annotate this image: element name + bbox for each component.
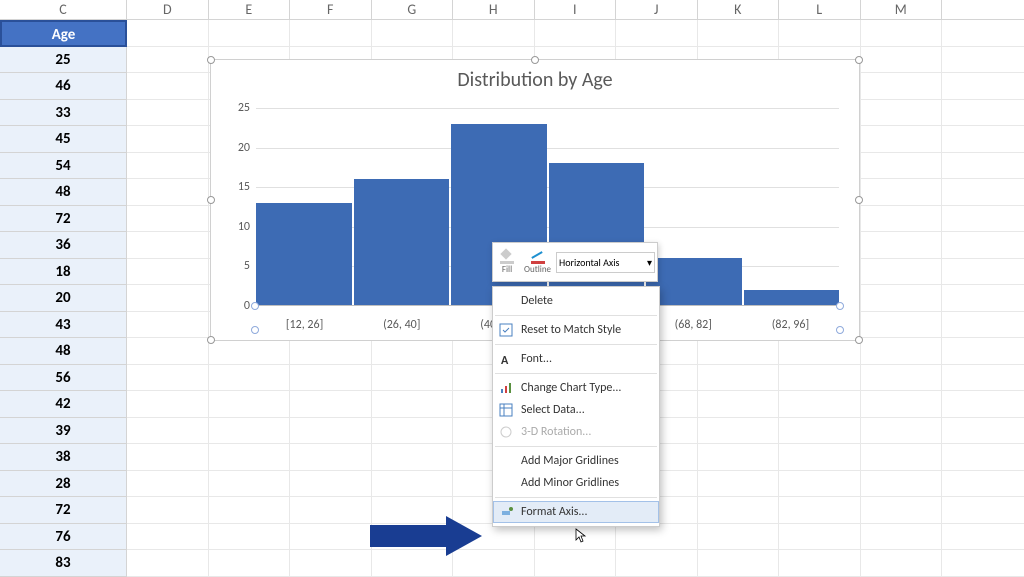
font-icon: A xyxy=(499,352,513,366)
resize-handle[interactable] xyxy=(207,336,215,344)
cell[interactable]: 76 xyxy=(0,524,127,551)
chart-bar[interactable] xyxy=(549,163,645,306)
chart-icon xyxy=(499,381,513,395)
selector-text: Horizontal Axis xyxy=(559,256,619,269)
chart-bar[interactable] xyxy=(354,179,450,306)
cell[interactable]: 42 xyxy=(0,391,127,418)
x-tick: (82, 96] xyxy=(742,318,839,332)
col-header-I[interactable]: I xyxy=(535,0,617,19)
outline-icon xyxy=(531,250,545,264)
axis-selection-handle[interactable] xyxy=(836,302,844,310)
x-tick: (26, 40] xyxy=(353,318,450,332)
column-headers: C D E F G H I J K L M xyxy=(0,0,1024,20)
fill-label: Fill xyxy=(502,264,512,275)
resize-handle[interactable] xyxy=(855,56,863,64)
y-tick: 0 xyxy=(244,299,250,313)
cell[interactable]: 72 xyxy=(0,497,127,524)
menu-minor-gridlines[interactable]: Add Minor Gridlines xyxy=(493,472,659,494)
column-c: Age 25 46 33 45 54 48 72 36 18 20 43 48 … xyxy=(0,20,127,577)
menu-delete[interactable]: Delete xyxy=(493,290,659,312)
cell[interactable]: 56 xyxy=(0,365,127,392)
cell[interactable]: 46 xyxy=(0,73,127,100)
cell[interactable]: 48 xyxy=(0,338,127,365)
resize-handle[interactable] xyxy=(855,196,863,204)
col-header-L[interactable]: L xyxy=(779,0,861,19)
svg-text:A: A xyxy=(501,354,509,366)
cell[interactable]: 54 xyxy=(0,153,127,180)
col-header-D[interactable]: D xyxy=(127,0,209,19)
cell[interactable]: 18 xyxy=(0,259,127,286)
chart-bar[interactable] xyxy=(744,290,840,306)
cell[interactable]: 28 xyxy=(0,471,127,498)
cell[interactable]: 72 xyxy=(0,206,127,233)
menu-3d-rotation: 3-D Rotation... xyxy=(493,421,659,443)
menu-format-axis[interactable]: Format Axis... xyxy=(493,501,659,523)
menu-font[interactable]: A Font... xyxy=(493,348,659,370)
y-tick: 20 xyxy=(238,141,250,155)
y-tick: 10 xyxy=(238,220,250,234)
data-icon xyxy=(499,403,513,417)
age-header-cell[interactable]: Age xyxy=(0,20,127,47)
y-axis: 0510152025 xyxy=(224,108,254,306)
menu-change-chart[interactable]: Change Chart Type... xyxy=(493,377,659,399)
cell[interactable]: 43 xyxy=(0,312,127,339)
menu-reset[interactable]: Reset to Match Style xyxy=(493,319,659,341)
menu-major-gridlines[interactable]: Add Major Gridlines xyxy=(493,450,659,472)
cell[interactable]: 83 xyxy=(0,550,127,577)
axis-selection-handle[interactable] xyxy=(251,326,259,334)
col-header-H[interactable]: H xyxy=(453,0,535,19)
chart-title[interactable]: Distribution by Age xyxy=(211,60,859,92)
fill-button[interactable]: Fill xyxy=(495,250,519,275)
resize-handle[interactable] xyxy=(531,56,539,64)
rotation-icon xyxy=(499,425,513,439)
axis-selection-handle[interactable] xyxy=(251,302,259,310)
cell[interactable]: 39 xyxy=(0,418,127,445)
col-header-K[interactable]: K xyxy=(698,0,780,19)
element-selector[interactable]: Horizontal Axis ▾ xyxy=(556,252,655,273)
outline-label: Outline xyxy=(524,264,551,275)
col-header-C[interactable]: C xyxy=(0,0,127,19)
resize-handle[interactable] xyxy=(855,336,863,344)
col-header-M[interactable]: M xyxy=(861,0,943,19)
col-header-F[interactable]: F xyxy=(290,0,372,19)
x-tick: [12, 26] xyxy=(256,318,353,332)
cell[interactable]: 33 xyxy=(0,100,127,127)
menu-select-data[interactable]: Select Data... xyxy=(493,399,659,421)
axis-selection-handle[interactable] xyxy=(836,326,844,334)
cell[interactable]: 48 xyxy=(0,179,127,206)
reset-icon xyxy=(499,323,513,337)
col-header-G[interactable]: G xyxy=(372,0,454,19)
context-menu: Delete Reset to Match Style A Font... Ch… xyxy=(492,286,660,527)
outline-button[interactable]: Outline xyxy=(519,250,556,275)
col-header-E[interactable]: E xyxy=(209,0,291,19)
cell[interactable]: 45 xyxy=(0,126,127,153)
cell[interactable]: 25 xyxy=(0,47,127,74)
resize-handle[interactable] xyxy=(207,56,215,64)
resize-handle[interactable] xyxy=(207,196,215,204)
chevron-down-icon: ▾ xyxy=(647,256,652,269)
fill-icon xyxy=(500,250,514,264)
cell[interactable]: 38 xyxy=(0,444,127,471)
cursor-icon xyxy=(575,528,589,548)
col-header-J[interactable]: J xyxy=(616,0,698,19)
cell[interactable]: 20 xyxy=(0,285,127,312)
y-tick: 5 xyxy=(244,259,250,273)
format-axis-icon xyxy=(500,505,514,519)
cell[interactable]: 36 xyxy=(0,232,127,259)
chart-bar[interactable] xyxy=(646,258,742,306)
y-tick: 25 xyxy=(238,101,250,115)
chart-bar[interactable] xyxy=(256,203,352,306)
y-tick: 15 xyxy=(238,180,250,194)
mini-toolbar: Fill Outline Horizontal Axis ▾ xyxy=(492,242,658,282)
